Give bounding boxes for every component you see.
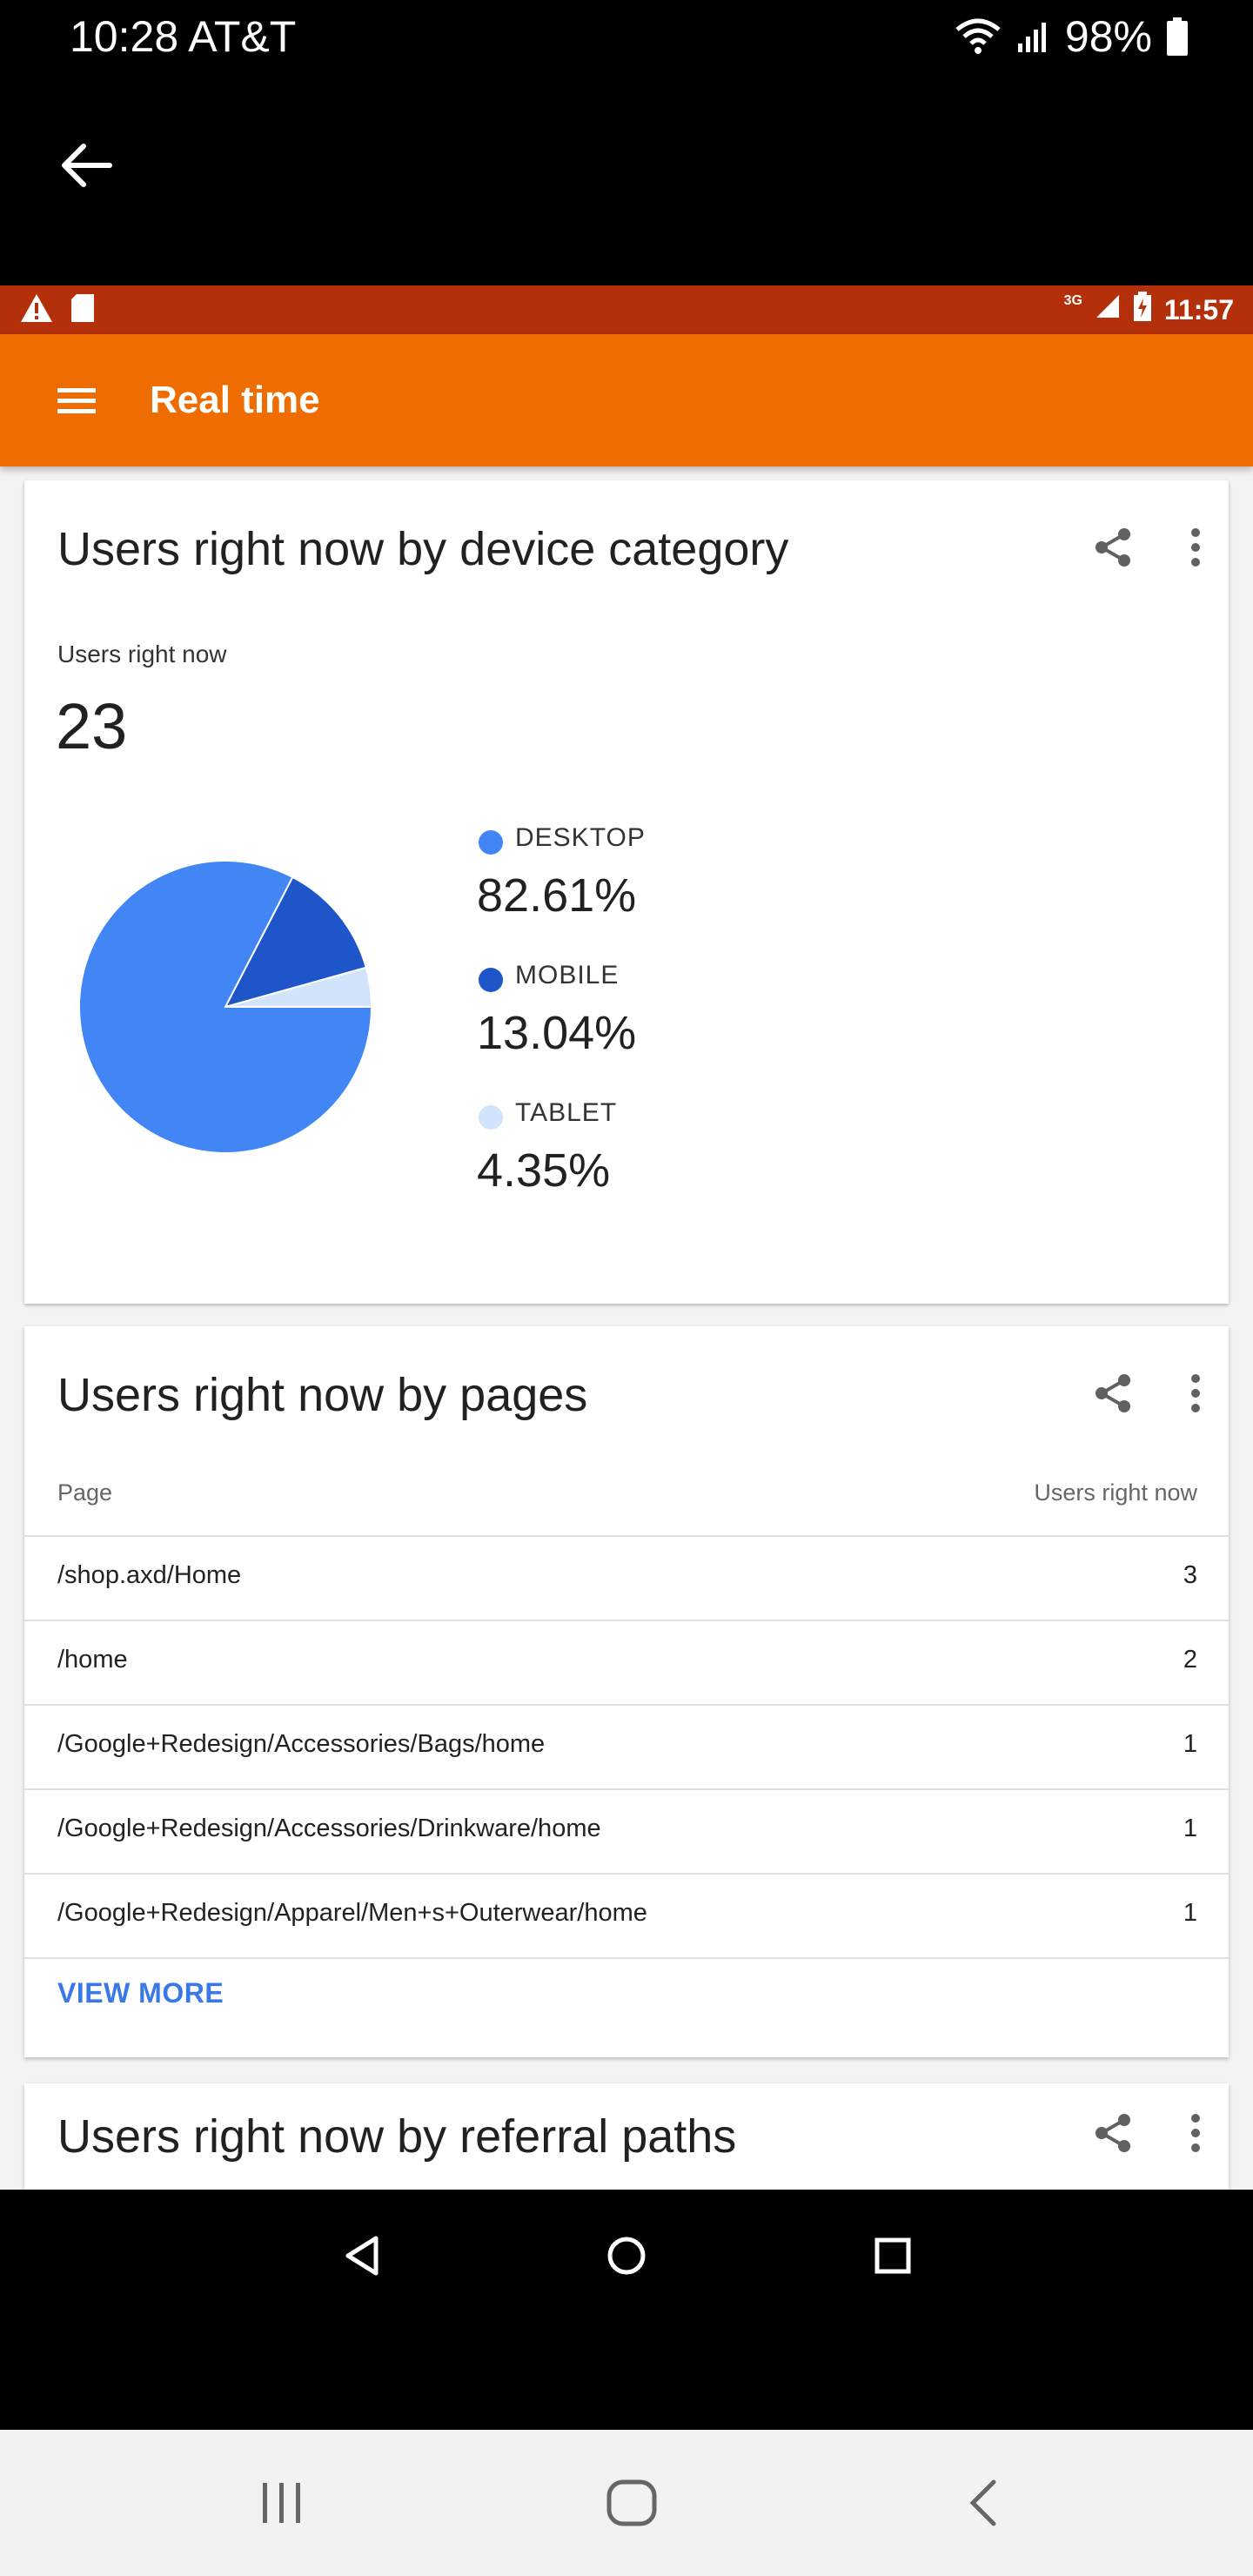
- metric-label: Users right now: [57, 641, 227, 667]
- device-pie-chart: [73, 855, 378, 1159]
- legend-dot: [479, 830, 503, 855]
- more-vert-icon[interactable]: [1189, 526, 1203, 569]
- table-row[interactable]: /Google+Redesign/Accessories/Bags/home 1: [24, 1706, 1229, 1790]
- row-users: 1: [1183, 1815, 1197, 1842]
- cell-signal-icon: [1095, 293, 1121, 326]
- row-users: 3: [1183, 1561, 1197, 1589]
- legend-value: 82.61%: [477, 869, 637, 922]
- recents-icon[interactable]: [247, 2468, 317, 2538]
- legend-dot: [479, 1105, 503, 1130]
- column-header-page: Page: [57, 1479, 113, 1506]
- nav-recents-square-icon[interactable]: [858, 2221, 928, 2291]
- battery-charging-icon: [1133, 292, 1152, 328]
- viewer-toolbar: [0, 73, 1253, 285]
- table-header: Page Users right now: [24, 1471, 1229, 1537]
- back-arrow-icon[interactable]: [50, 131, 120, 200]
- metric-value: 23: [56, 690, 128, 762]
- row-page: /Google+Redesign/Accessories/Drinkware/h…: [57, 1815, 601, 1842]
- share-icon[interactable]: [1091, 1372, 1135, 1415]
- nav-back-triangle-icon[interactable]: [327, 2221, 397, 2291]
- more-vert-icon[interactable]: [1189, 1372, 1203, 1415]
- app-bar-title: Real time: [150, 379, 320, 421]
- legend-dot: [479, 968, 503, 992]
- share-icon[interactable]: [1091, 526, 1135, 569]
- row-users: 2: [1183, 1646, 1197, 1674]
- view-more-link[interactable]: VIEW MORE: [57, 1977, 224, 2009]
- table-row[interactable]: /Google+Redesign/Apparel/Men+s+Outerwear…: [24, 1875, 1229, 1959]
- legend-value: 13.04%: [477, 1007, 637, 1059]
- back-chevron-icon[interactable]: [948, 2468, 1018, 2538]
- table-row[interactable]: /shop.axd/Home 3: [24, 1537, 1229, 1621]
- sd-card-icon: [70, 292, 96, 328]
- referral-paths-card: Users right now by referral paths: [24, 2083, 1229, 2190]
- device-category-card: Users right now by device category Users…: [24, 480, 1229, 1304]
- network-type: 3G: [1063, 293, 1082, 308]
- app-screen: 3G 11:57 Real time Users right now by de…: [0, 285, 1253, 2190]
- more-vert-icon[interactable]: [1189, 2111, 1203, 2155]
- hamburger-menu-icon[interactable]: [50, 374, 103, 426]
- row-users: 1: [1183, 1730, 1197, 1758]
- card-title: Users right now by pages: [57, 1369, 588, 1421]
- row-page: /Google+Redesign/Accessories/Bags/home: [57, 1730, 546, 1758]
- app-bar: Real time: [0, 334, 1253, 466]
- card-title: Users right now by referral paths: [57, 2110, 737, 2163]
- table-row[interactable]: /home 2: [24, 1621, 1229, 1706]
- table-row[interactable]: /Google+Redesign/Accessories/Drinkware/h…: [24, 1790, 1229, 1875]
- warning-icon: [19, 292, 54, 328]
- app-status-time: 11:57: [1163, 293, 1234, 325]
- row-page: /shop.axd/Home: [57, 1561, 242, 1589]
- card-title: Users right now by device category: [57, 523, 789, 575]
- legend-name: DESKTOP: [515, 823, 646, 852]
- home-icon[interactable]: [597, 2468, 667, 2538]
- battery-percent: 98%: [1064, 12, 1152, 61]
- app-navigation-bar: [0, 2190, 1253, 2430]
- column-header-users: Users right now: [1034, 1479, 1197, 1506]
- legend-name: MOBILE: [515, 961, 620, 989]
- phone-status-bar: 10:28 AT&T 98%: [0, 0, 1253, 73]
- row-users: 1: [1183, 1899, 1197, 1927]
- battery-icon: [1166, 17, 1189, 56]
- share-icon[interactable]: [1091, 2111, 1135, 2155]
- wifi-icon: [954, 17, 1002, 56]
- phone-navigation-bar: [0, 2430, 1253, 2576]
- nav-home-circle-icon[interactable]: [592, 2221, 661, 2291]
- signal-icon: [1016, 19, 1051, 54]
- row-page: /Google+Redesign/Apparel/Men+s+Outerwear…: [57, 1899, 647, 1927]
- legend-name: TABLET: [515, 1098, 618, 1127]
- status-time-carrier: 10:28 AT&T: [70, 12, 297, 61]
- row-page: /home: [57, 1646, 128, 1674]
- app-status-bar: 3G 11:57: [0, 285, 1253, 334]
- legend-value: 4.35%: [477, 1144, 611, 1197]
- pages-card: Users right now by pages Page Users righ…: [24, 1326, 1229, 2057]
